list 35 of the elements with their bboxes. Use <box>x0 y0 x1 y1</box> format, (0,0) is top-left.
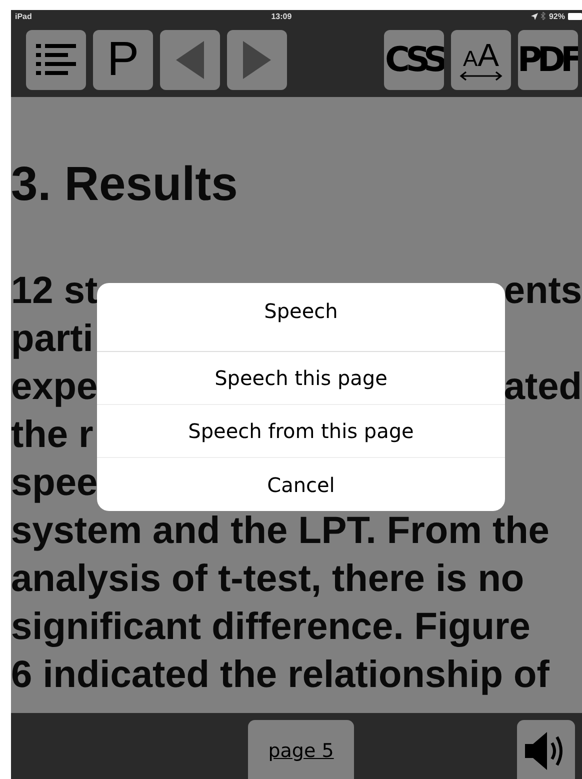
body-text: parti <box>11 317 94 362</box>
body-text: significant difference. Figure <box>11 605 530 650</box>
right-triangle-icon <box>243 40 271 78</box>
menu-button[interactable] <box>26 30 86 90</box>
location-icon <box>530 12 538 20</box>
clock: 13:09 <box>271 12 292 20</box>
speaker-button[interactable] <box>517 720 575 779</box>
page-button[interactable]: page 5 <box>248 720 354 779</box>
device-name: iPad <box>15 12 32 20</box>
body-text: 12 st <box>11 269 98 314</box>
dialog-action[interactable]: Speech from this page <box>97 405 505 458</box>
battery-icon <box>568 12 582 20</box>
toolbar-button[interactable]: P <box>93 30 153 90</box>
body-text: the r <box>11 413 94 458</box>
menu-icon <box>36 42 76 76</box>
body-text: spee <box>11 461 98 506</box>
double-arrow-icon <box>459 70 503 80</box>
dialog-action[interactable]: Cancel <box>97 458 505 511</box>
body-text: system and the LPT. From the <box>11 509 550 554</box>
body-text: ents <box>504 269 582 314</box>
section-heading: 3. Results <box>11 157 239 213</box>
dialog-title: Speech <box>97 283 505 352</box>
body-text: analysis of t-test, there is no <box>11 557 524 602</box>
left-triangle-icon <box>176 40 204 78</box>
font-size-button[interactable]: AA <box>451 30 511 90</box>
toolbar-button[interactable]: PDF <box>518 30 578 90</box>
body-text: 6 indicated the relationship of <box>11 653 550 698</box>
toolbar-button[interactable]: CSS <box>384 30 444 90</box>
bluetooth-icon <box>540 12 546 20</box>
body-text: ated <box>504 365 582 410</box>
previous-button[interactable] <box>160 30 220 90</box>
battery-percent: 92% <box>548 12 565 20</box>
dialog-action[interactable]: Speech this page <box>97 352 505 405</box>
next-button[interactable] <box>227 30 287 90</box>
body-text: expe <box>11 365 98 410</box>
